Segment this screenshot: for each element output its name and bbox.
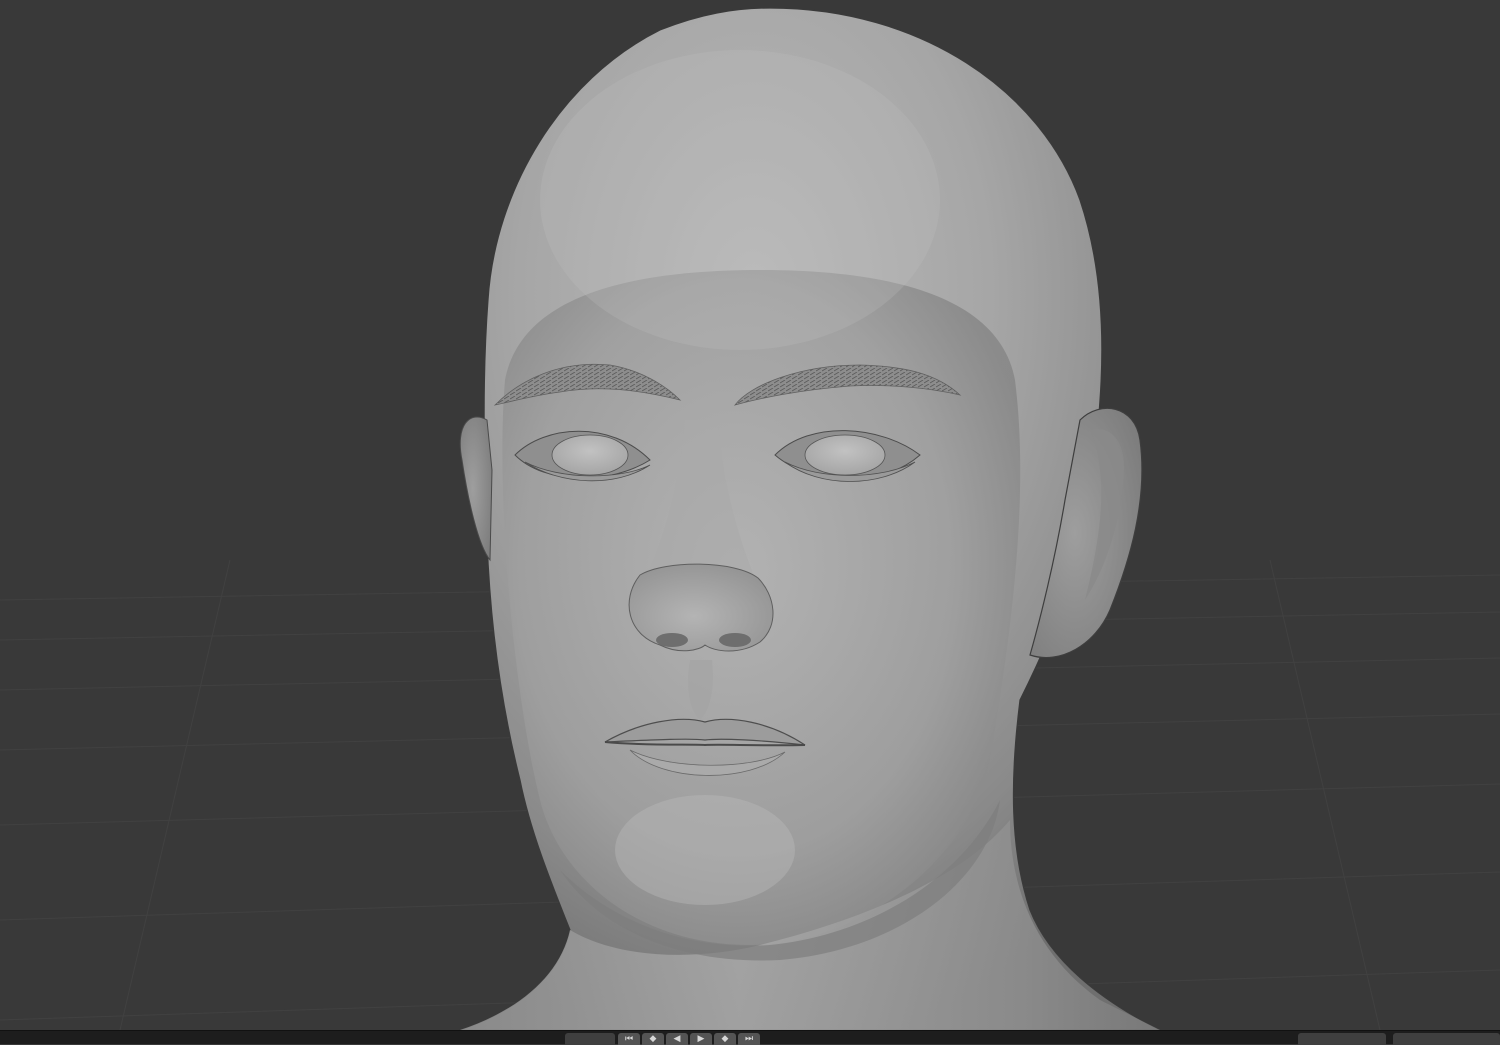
- right-eyeball: [804, 434, 886, 476]
- play-reverse-icon[interactable]: ◀: [666, 1033, 688, 1045]
- left-eyeball: [551, 434, 629, 476]
- jump-end-icon[interactable]: ⏭: [738, 1033, 760, 1045]
- timeline-right-field[interactable]: [1393, 1033, 1500, 1045]
- timeline-left-group: [565, 1033, 615, 1045]
- next-keyframe-icon[interactable]: ◆: [714, 1033, 736, 1045]
- prev-keyframe-icon[interactable]: ◆: [642, 1033, 664, 1045]
- viewport-canvas[interactable]: [0, 0, 1500, 1030]
- play-icon[interactable]: ▶: [690, 1033, 712, 1045]
- timeline-bar: ⏮ ◆ ◀ ▶ ◆ ⏭: [0, 1030, 1500, 1045]
- forehead-highlight: [540, 50, 940, 350]
- 3d-viewport[interactable]: [0, 0, 1500, 1030]
- nose: [628, 563, 774, 652]
- chin-highlight: [615, 795, 795, 905]
- right-nostril: [719, 633, 751, 647]
- left-nostril: [656, 633, 688, 647]
- timeline-frame-field[interactable]: [1298, 1033, 1386, 1045]
- jump-start-icon[interactable]: ⏮: [618, 1033, 640, 1045]
